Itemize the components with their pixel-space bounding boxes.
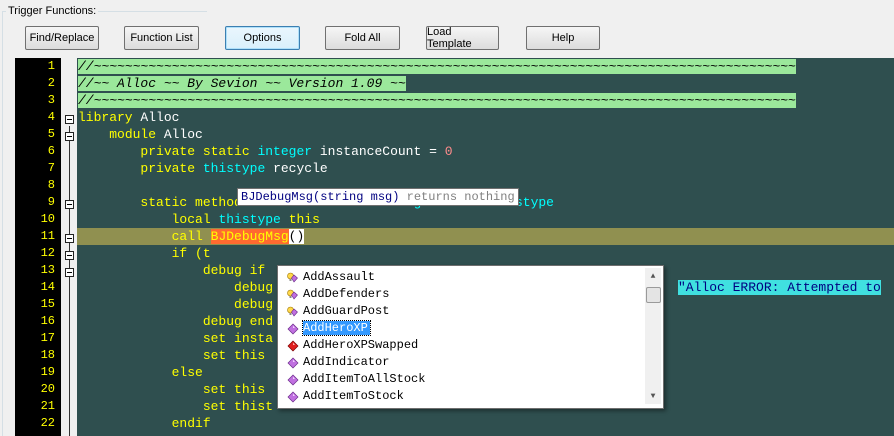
line-number: 8 xyxy=(47,178,55,192)
code-line-19: else xyxy=(171,365,203,380)
line-number: 15 xyxy=(40,297,55,311)
options-button[interactable]: Options xyxy=(225,26,300,50)
fold-all-button[interactable]: Fold All xyxy=(325,26,400,50)
line-number: 5 xyxy=(47,127,55,141)
line-number: 18 xyxy=(40,348,55,362)
autocomplete-popup[interactable]: AddAssault AddDefenders AddGuardPost AddHer… xyxy=(277,265,664,409)
bulb-gem-icon xyxy=(287,289,299,301)
line-number: 10 xyxy=(40,212,55,226)
calltip: BJDebugMsg(string msg) returns nothing xyxy=(237,188,519,206)
function-list-button[interactable]: Function List xyxy=(124,26,199,50)
line-number: 2 xyxy=(47,76,55,90)
group-border-left xyxy=(2,11,3,436)
autocomplete-item-label: AddItemToStock xyxy=(303,389,404,403)
line-number: 9 xyxy=(47,195,55,209)
autocomplete-item[interactable]: AddIndicator xyxy=(281,354,641,371)
autocomplete-item[interactable]: AddAssault xyxy=(281,269,641,286)
autocomplete-item-label: AddAssault xyxy=(303,270,376,284)
load-template-button[interactable]: Load Template xyxy=(426,26,499,50)
line-number: 20 xyxy=(40,382,55,396)
line-number: 7 xyxy=(47,161,55,175)
fold-toggle-line-4[interactable] xyxy=(65,115,74,124)
autocomplete-item[interactable]: AddGuardPost xyxy=(281,303,641,320)
autocomplete-item[interactable]: AddDefenders xyxy=(281,286,641,303)
gem-icon xyxy=(287,374,299,386)
autocomplete-item[interactable]: AddItemToStock xyxy=(281,388,641,405)
autocomplete-item-label: AddHeroXP xyxy=(302,320,371,336)
autocomplete-item-label: AddGuardPost xyxy=(303,304,390,318)
line-number: 17 xyxy=(40,331,55,345)
code-line-10: local thistype this xyxy=(171,212,320,227)
code-line-16: debug end xyxy=(202,314,274,329)
code-line-6: private static integer instanceCount = 0 xyxy=(140,144,453,159)
line-number: 14 xyxy=(40,280,55,294)
help-button[interactable]: Help xyxy=(526,26,600,50)
fold-toggle-line-13[interactable] xyxy=(65,268,74,277)
fold-bar xyxy=(69,126,70,436)
autocomplete-list[interactable]: AddAssault AddDefenders AddGuardPost AddHer… xyxy=(281,269,641,405)
line-number: 16 xyxy=(40,314,55,328)
bulb-gem-icon xyxy=(287,272,299,284)
line-number: 19 xyxy=(40,365,55,379)
code-line-1: //~~~~~~~~~~~~~~~~~~~~~~~~~~~~~~~~~~~~~~… xyxy=(78,59,796,74)
scroll-down-arrow-icon[interactable]: ▼ xyxy=(645,388,661,404)
autocomplete-item-label: AddItemToAllStock xyxy=(303,372,426,386)
fold-toggle-line-11[interactable] xyxy=(65,234,74,243)
autocomplete-item-label: AddDefenders xyxy=(303,287,390,301)
autocomplete-item[interactable]: AddItemToAllStock xyxy=(281,371,641,388)
gem-icon xyxy=(287,357,299,369)
code-line-21: set thist xyxy=(202,399,274,414)
autocomplete-item-label: AddIndicator xyxy=(303,355,390,369)
code-line-3: //~~~~~~~~~~~~~~~~~~~~~~~~~~~~~~~~~~~~~~… xyxy=(78,93,796,108)
group-title: Trigger Functions: xyxy=(6,5,99,17)
gem-icon xyxy=(287,323,299,335)
line-number: 11 xyxy=(40,229,55,243)
autocomplete-item[interactable]: AddHeroXP xyxy=(281,320,641,337)
autocomplete-scrollbar[interactable]: ▲ ▼ xyxy=(645,268,661,404)
code-line-13: debug if xyxy=(202,263,266,278)
autocomplete-item-label: AddHeroXPSwapped xyxy=(303,338,419,352)
code-line-20: set this xyxy=(202,382,266,397)
code-line-5: module Alloc xyxy=(109,127,203,142)
code-line-14-string: "Alloc ERROR: Attempted to xyxy=(678,280,881,295)
code-line-11: call BJDebugMsg() xyxy=(171,229,305,244)
code-line-14: debug xyxy=(234,280,274,295)
line-number: 12 xyxy=(40,246,55,260)
line-number: 21 xyxy=(40,399,55,413)
line-number: 6 xyxy=(47,144,55,158)
line-number: 13 xyxy=(40,263,55,277)
autocomplete-item[interactable]: AddHeroXPSwapped xyxy=(281,337,641,354)
line-number: 4 xyxy=(47,110,55,124)
gem-icon xyxy=(287,391,299,403)
scroll-up-arrow-icon[interactable]: ▲ xyxy=(645,268,661,284)
code-line-22: endif xyxy=(171,416,211,431)
find-replace-button[interactable]: Find/Replace xyxy=(25,26,99,50)
code-line-17: set insta xyxy=(202,331,274,346)
fold-toggle-line-12[interactable] xyxy=(65,251,74,260)
code-line-2: //~~ Alloc ~~ By Sevion ~~ Version 1.09 … xyxy=(78,76,406,91)
code-line-15: debug xyxy=(234,297,274,312)
code-line-18: set this xyxy=(202,348,266,363)
line-number: 22 xyxy=(40,416,55,430)
code-line-12: if (t xyxy=(171,246,211,261)
line-number: 3 xyxy=(47,93,55,107)
fold-toggle-line-5[interactable] xyxy=(65,132,74,141)
red-gem-icon xyxy=(287,340,299,352)
code-line-7: private thistype recycle xyxy=(140,161,328,176)
code-line-4: library Alloc xyxy=(78,110,180,125)
fold-toggle-line-9[interactable] xyxy=(65,200,74,209)
bulb-gem-icon xyxy=(287,306,299,318)
scroll-thumb[interactable] xyxy=(646,287,661,303)
line-number: 1 xyxy=(47,59,55,73)
